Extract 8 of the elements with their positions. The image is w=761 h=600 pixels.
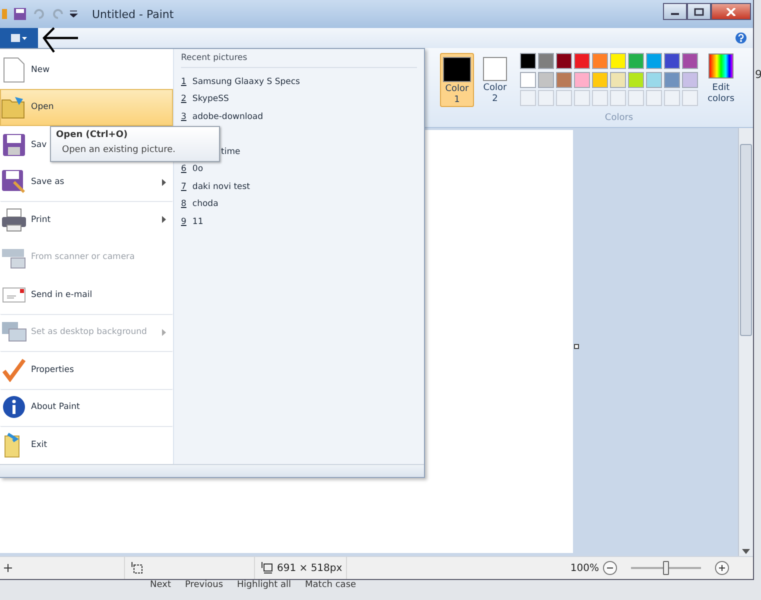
recent-pictures-heading: Recent pictures	[181, 53, 417, 68]
window-title: Untitled - Paint	[92, 8, 175, 20]
background-text: 9	[755, 68, 761, 81]
tooltip-text: Open an existing picture.	[62, 145, 176, 155]
zoom-level: 100%	[570, 562, 599, 574]
group-label: Colors	[604, 113, 634, 123]
tooltip-title: Open (Ctrl+O)	[56, 130, 129, 140]
canvas-size: 691 × 518px	[277, 562, 342, 574]
